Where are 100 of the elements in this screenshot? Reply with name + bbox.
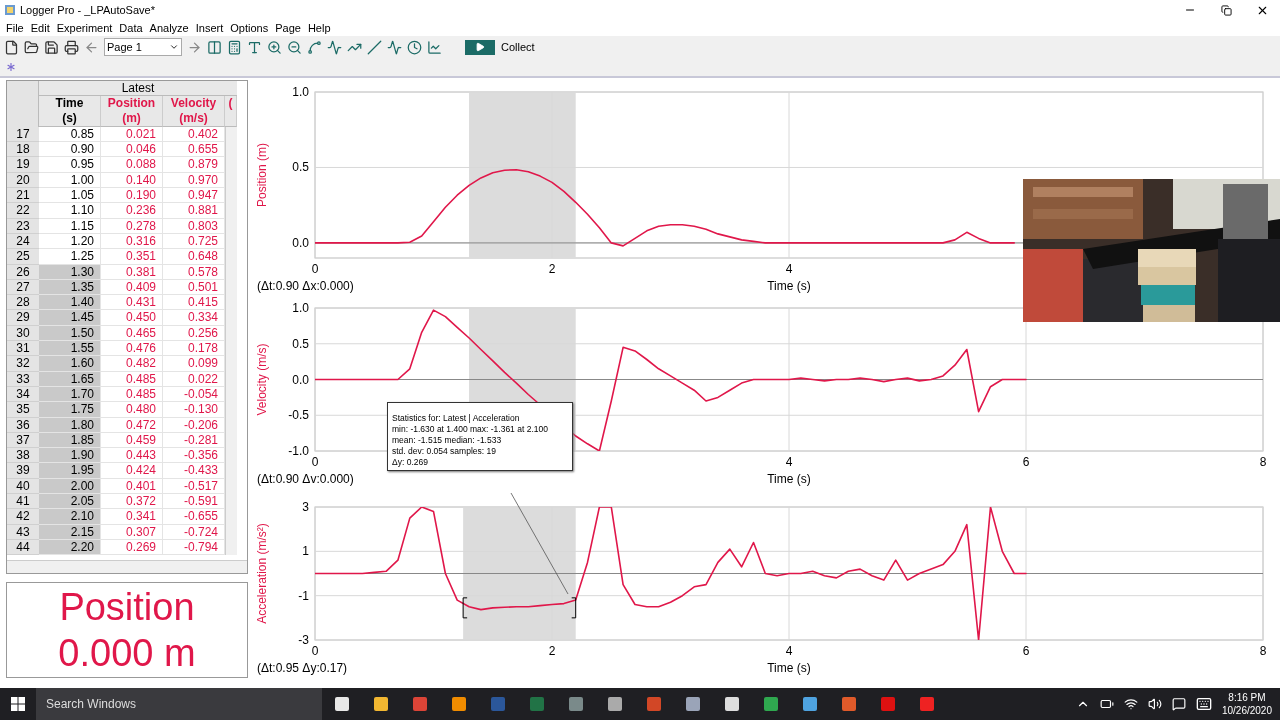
table-cell: -0.356 — [163, 448, 225, 464]
table-cell: 0.424 — [101, 463, 163, 479]
row-number: 29 — [7, 310, 39, 326]
menu-item[interactable]: Experiment — [54, 22, 118, 34]
menu-item[interactable]: Page — [273, 22, 306, 34]
table-cell: 0.95 — [39, 157, 101, 173]
axis-label: Position (m) — [255, 143, 269, 207]
table-cell: 0.190 — [101, 188, 163, 204]
menu-item[interactable]: Help — [305, 22, 336, 34]
column-header: ( — [225, 96, 237, 127]
menu-item[interactable]: Insert — [193, 22, 229, 34]
tick-label: 8 — [1259, 644, 1267, 658]
tick-label: 0.5 — [292, 336, 309, 351]
column-group-header: Latest — [39, 81, 237, 97]
tick-label: 0 — [311, 262, 319, 276]
tick-label: 2 — [548, 644, 556, 658]
tick-label: 4 — [785, 644, 793, 658]
row-number: 35 — [7, 402, 39, 418]
table-cell: 1.40 — [39, 295, 101, 311]
tick-label: 1.0 — [292, 301, 309, 315]
tick-label: 1.0 — [292, 85, 309, 99]
row-number: 18 — [7, 142, 39, 158]
clock-date: 10/26/2020 — [1221, 704, 1272, 717]
menu-item[interactable]: Analyze — [147, 22, 194, 34]
axis-label: Time (s) — [767, 472, 811, 486]
tick-label: 0.5 — [292, 160, 309, 175]
table-cell: 0.443 — [101, 448, 163, 464]
row-number: 42 — [7, 509, 39, 525]
statistics-line: Δy: 0.269 — [392, 457, 429, 468]
table-cell: -0.655 — [163, 509, 225, 525]
table-cell: 2.10 — [39, 509, 101, 525]
tick-label: 0 — [311, 455, 319, 469]
row-number: 28 — [7, 295, 39, 311]
menu-item[interactable]: Edit — [28, 22, 55, 34]
column-header: Time (s) — [39, 96, 101, 127]
table-cell: 1.90 — [39, 448, 101, 464]
axis-label: Time (s) — [767, 279, 811, 293]
table-cell: 1.25 — [39, 249, 101, 265]
table-cell: 2.05 — [39, 494, 101, 510]
table-cell: 0.046 — [101, 142, 163, 158]
search-field[interactable]: Search Windows — [36, 688, 322, 720]
table-cell: 0.099 — [163, 356, 225, 372]
statistics-line: mean: -1.515 median: -1.533 — [392, 435, 503, 446]
row-number: 25 — [7, 249, 39, 265]
row-number: 31 — [7, 341, 39, 357]
row-number: 41 — [7, 494, 39, 510]
menu-item[interactable]: Options — [228, 22, 274, 34]
tick-label: -1.0 — [288, 444, 309, 458]
window-title: Logger Pro - _LPAutoSave* — [20, 4, 156, 16]
table-cell: 0.947 — [163, 188, 225, 204]
menu-item[interactable]: File — [4, 22, 29, 34]
table-cell: 0.655 — [163, 142, 225, 158]
table-cell: 1.95 — [39, 463, 101, 479]
delta-readout: (Δt:0.90 Δv:0.000) — [257, 472, 354, 486]
table-cell: 0.90 — [39, 142, 101, 158]
tick-label: 6 — [1022, 644, 1030, 658]
table-cell: 0.236 — [101, 203, 163, 219]
statistics-line: std. dev: 0.054 samples: 19 — [392, 446, 497, 457]
table-cell: -0.433 — [163, 463, 225, 479]
table-cell: 0.088 — [101, 157, 163, 173]
tick-label: 4 — [785, 455, 793, 469]
table-cell: 0.879 — [163, 157, 225, 173]
column-header: Position (m) — [101, 96, 163, 127]
row-number: 19 — [7, 157, 39, 173]
page-select[interactable]: Page 1 — [104, 38, 182, 56]
table-cell: 1.55 — [39, 341, 101, 357]
statistics-line: Statistics for: Latest | Acceleration — [392, 413, 521, 424]
table-cell: 0.351 — [101, 249, 163, 265]
clock-time: 8:16 PM — [1228, 691, 1266, 704]
table-cell: 0.372 — [101, 494, 163, 510]
table-cell: 1.75 — [39, 402, 101, 418]
row-number: 22 — [7, 203, 39, 219]
axis-label: Acceleration (m/s²) — [255, 523, 269, 624]
axis-label: Time (s) — [767, 661, 811, 675]
tick-label: 3 — [302, 500, 309, 514]
tick-label: 6 — [1022, 455, 1030, 469]
tick-label: 0.0 — [292, 372, 309, 387]
table-cell: -0.130 — [163, 402, 225, 418]
table-cell: 0.480 — [101, 402, 163, 418]
table-cell: 0.431 — [101, 295, 163, 311]
tick-label: 1 — [302, 544, 309, 559]
row-number: 38 — [7, 448, 39, 464]
table-cell: 1.45 — [39, 310, 101, 326]
tick-label: 2 — [548, 262, 556, 276]
statistics-line: min: -1.630 at 1.400 max: -1.361 at 2.100 — [392, 424, 549, 435]
table-cell: 1.10 — [39, 203, 101, 219]
table-cell: 0.648 — [163, 249, 225, 265]
tick-label: -0.5 — [288, 408, 309, 423]
meter-value: 0.000 m — [58, 631, 196, 676]
table-cell: 1.60 — [39, 356, 101, 372]
table-cell: 0.482 — [101, 356, 163, 372]
delta-readout: (Δt:0.95 Δy:0.17) — [257, 661, 348, 675]
collect-button[interactable]: Collect — [465, 39, 535, 55]
table-cell: 0.415 — [163, 295, 225, 311]
table-cell: 0.450 — [101, 310, 163, 326]
menu-item[interactable]: Data — [117, 22, 148, 34]
table-cell: -0.591 — [163, 494, 225, 510]
axis-label: Velocity (m/s) — [255, 343, 269, 416]
column-header: Velocity (m/s) — [163, 96, 225, 127]
tick-label: -3 — [298, 633, 309, 647]
